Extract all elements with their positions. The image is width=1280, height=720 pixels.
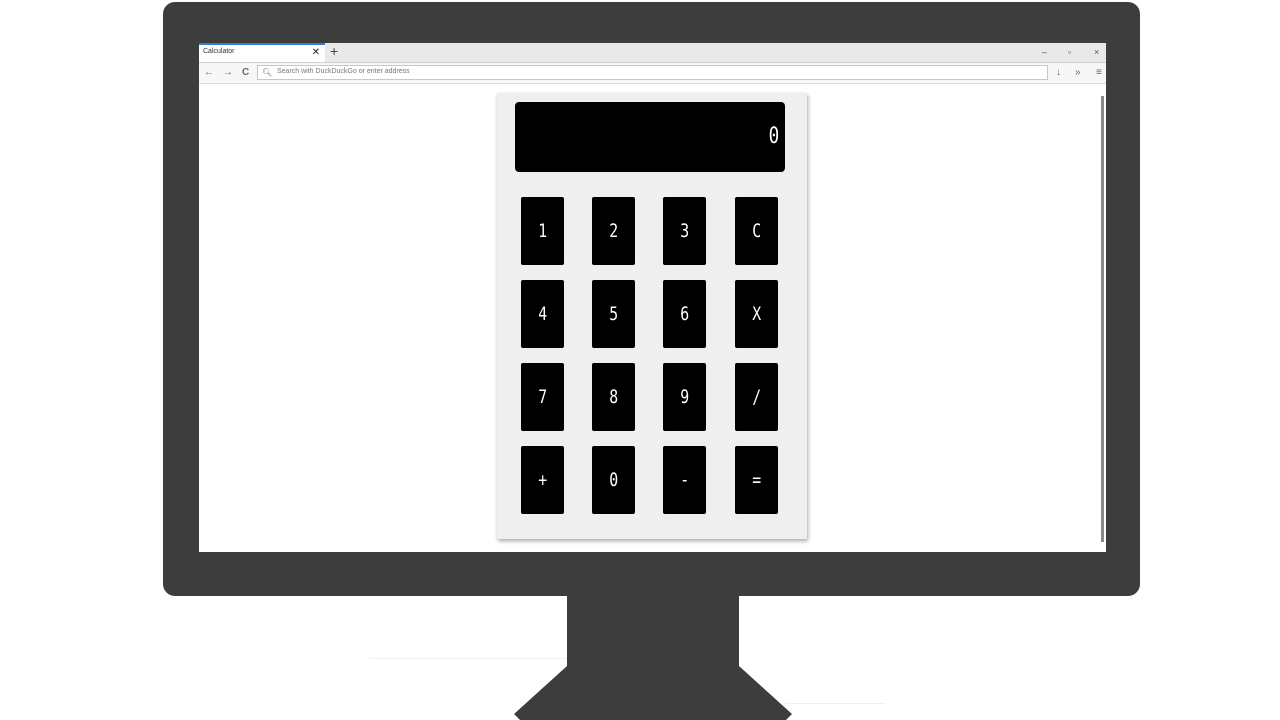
scrollbar[interactable]	[1101, 96, 1104, 542]
close-window-icon[interactable]: ×	[1094, 45, 1099, 59]
calculator-display: 0	[515, 102, 785, 172]
overflow-icon[interactable]: »	[1075, 66, 1081, 79]
multiply-button[interactable]: X	[735, 280, 778, 348]
browser-window: Calculator ✕ + – ▫ × ← → C 🔍︎ Search wit…	[199, 43, 1106, 552]
shadow-line	[785, 703, 885, 704]
search-input[interactable]: Search with DuckDuckGo or enter address	[277, 68, 410, 75]
key-3[interactable]: 3	[663, 197, 706, 265]
divide-button[interactable]: /	[735, 363, 778, 431]
menu-icon[interactable]: ≡	[1096, 66, 1102, 79]
key-7[interactable]: 7	[521, 363, 564, 431]
key-5[interactable]: 5	[592, 280, 635, 348]
display-value: 0	[768, 124, 779, 149]
key-2[interactable]: 2	[592, 197, 635, 265]
key-1[interactable]: 1	[521, 197, 564, 265]
close-tab-icon[interactable]: ✕	[312, 46, 320, 60]
monitor-base	[514, 666, 792, 720]
minimize-icon[interactable]: –	[1042, 45, 1047, 59]
download-icon[interactable]: ↓	[1056, 66, 1061, 79]
key-4[interactable]: 4	[521, 280, 564, 348]
tab-bar: Calculator ✕ + – ▫ ×	[199, 43, 1106, 63]
key-0[interactable]: 0	[592, 446, 635, 514]
key-6[interactable]: 6	[663, 280, 706, 348]
nav-bar: ← → C 🔍︎ Search with DuckDuckGo or enter…	[199, 63, 1106, 84]
equals-button[interactable]: =	[735, 446, 778, 514]
tab-title: Calculator	[203, 48, 235, 55]
key-9[interactable]: 9	[663, 363, 706, 431]
forward-icon[interactable]: →	[223, 66, 233, 79]
search-icon: 🔍︎	[262, 68, 273, 77]
add-button[interactable]: +	[521, 446, 564, 514]
restore-icon[interactable]: ▫	[1068, 45, 1071, 59]
clear-button[interactable]: C	[735, 197, 778, 265]
reload-icon[interactable]: C	[242, 66, 249, 79]
calculator: 0 1 2 3 C 4 5 6 X 7 8 9 / + 0 - =	[497, 93, 807, 539]
key-8[interactable]: 8	[592, 363, 635, 431]
shadow-line	[370, 658, 570, 659]
new-tab-button[interactable]: +	[330, 43, 338, 60]
back-icon[interactable]: ←	[204, 66, 214, 79]
address-bar[interactable]: 🔍︎ Search with DuckDuckGo or enter addre…	[257, 65, 1048, 80]
tab-calculator[interactable]: Calculator ✕	[199, 43, 325, 62]
subtract-button[interactable]: -	[663, 446, 706, 514]
monitor-neck	[567, 596, 739, 668]
